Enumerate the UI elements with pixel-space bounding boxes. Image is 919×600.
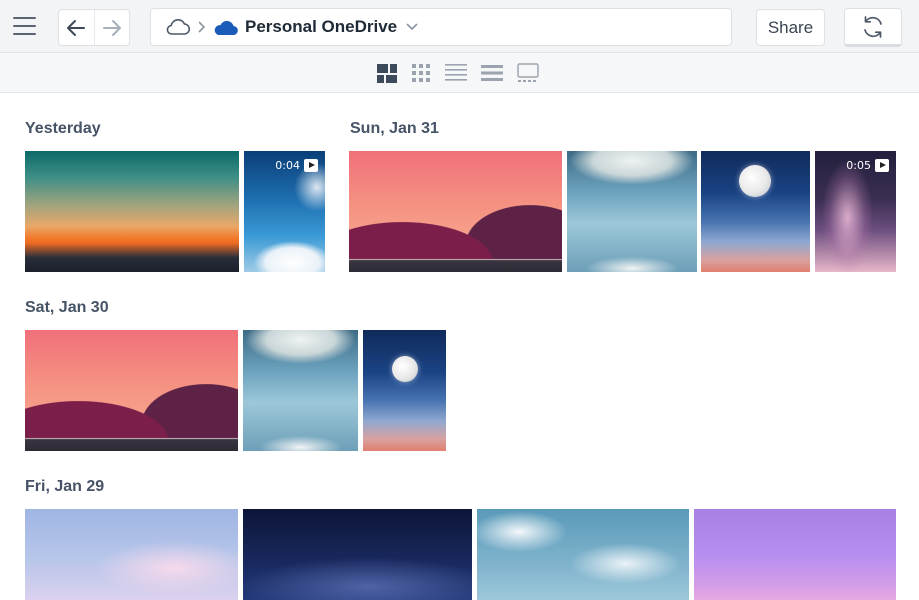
arrow-right-icon — [102, 19, 121, 36]
sync-button[interactable] — [844, 8, 902, 47]
section-label: Sun, Jan 31 — [350, 120, 439, 137]
section-label: Yesterday — [25, 120, 101, 137]
back-button[interactable] — [59, 10, 94, 45]
photo-thumbnail[interactable] — [349, 151, 562, 272]
filmstrip-view-icon[interactable] — [517, 62, 539, 84]
photo-thumbnail[interactable] — [694, 509, 896, 600]
hamburger-icon[interactable] — [13, 16, 36, 36]
share-button[interactable]: Share — [756, 9, 825, 46]
video-duration: 0:05 — [846, 159, 871, 172]
breadcrumb[interactable]: Personal OneDrive — [150, 8, 732, 46]
details-view-icon[interactable] — [481, 62, 503, 84]
view-options-bar — [0, 53, 919, 93]
onedrive-icon — [214, 20, 238, 35]
photo-thumbnail[interactable] — [243, 509, 472, 600]
chevron-down-icon[interactable] — [406, 23, 418, 31]
cloud-icon[interactable] — [164, 18, 190, 36]
photo-thumbnail[interactable] — [567, 151, 697, 272]
forward-button[interactable] — [93, 10, 129, 45]
list-view-icon[interactable] — [445, 62, 467, 84]
photo-thumbnail[interactable] — [25, 330, 238, 451]
grid-view-icon[interactable] — [410, 62, 432, 84]
photo-thumbnail[interactable] — [25, 509, 238, 600]
video-badge: 0:05 — [846, 159, 889, 172]
navigation-buttons — [58, 9, 130, 46]
video-thumbnail[interactable]: 0:05 — [815, 151, 896, 272]
video-badge: 0:04 — [275, 159, 318, 172]
photo-thumbnail[interactable] — [363, 330, 446, 451]
top-toolbar: Personal OneDrive Share — [0, 0, 919, 53]
play-icon — [875, 159, 889, 172]
photo-thumbnail[interactable] — [243, 330, 358, 451]
section-label: Sat, Jan 30 — [25, 299, 109, 316]
video-duration: 0:04 — [275, 159, 300, 172]
play-icon — [304, 159, 318, 172]
photo-thumbnail[interactable] — [25, 151, 239, 272]
moon-shape — [739, 165, 771, 197]
sync-icon — [864, 15, 882, 38]
arrow-left-icon — [67, 19, 86, 36]
photo-thumbnail[interactable] — [477, 509, 689, 600]
location-title[interactable]: Personal OneDrive — [245, 17, 397, 37]
section-label: Fri, Jan 29 — [25, 478, 105, 495]
photo-thumbnail[interactable] — [701, 151, 810, 272]
chevron-right-icon — [198, 21, 206, 33]
moon-shape — [392, 356, 418, 382]
video-thumbnail[interactable]: 0:04 — [244, 151, 325, 272]
tiles-view-icon[interactable] — [376, 62, 398, 84]
